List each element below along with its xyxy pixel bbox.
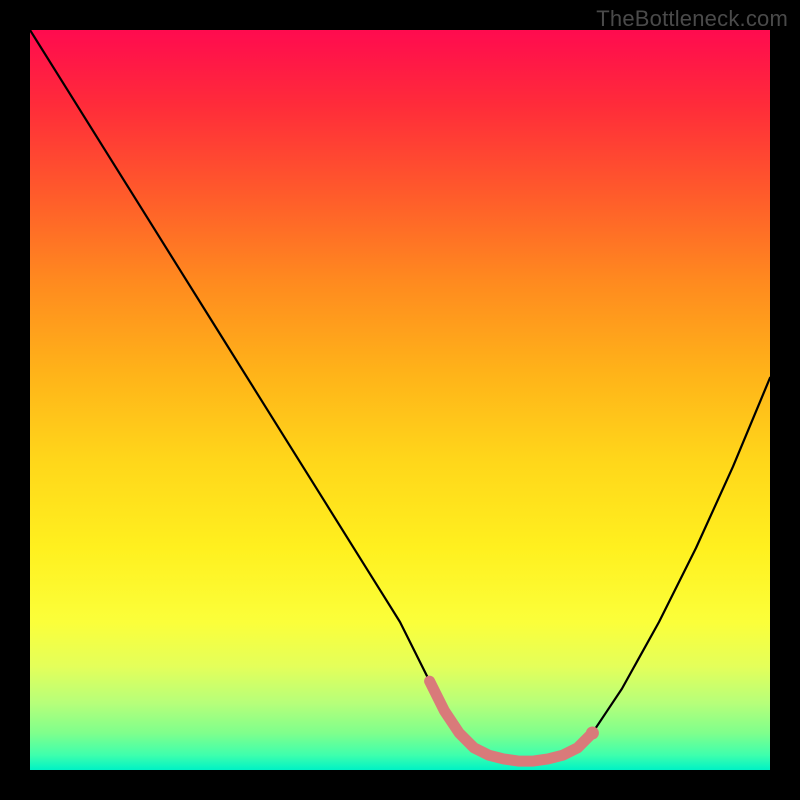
watermark-text: TheBottleneck.com	[596, 6, 788, 32]
optimal-marker-dot	[586, 727, 599, 740]
plot-area	[30, 30, 770, 770]
bottleneck-curve	[30, 30, 770, 761]
chart-frame: TheBottleneck.com	[0, 0, 800, 800]
optimal-range-highlight	[430, 681, 593, 761]
chart-svg	[30, 30, 770, 770]
